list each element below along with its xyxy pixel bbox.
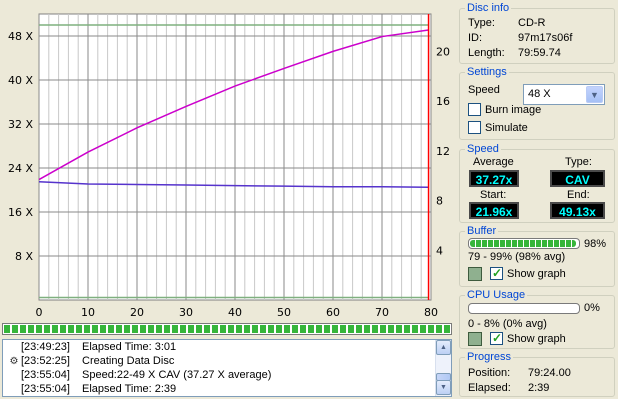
chevron-down-icon[interactable]: ▼ (586, 86, 603, 103)
buffer-legend: Buffer (465, 224, 499, 238)
y-left-tick-label: 8 X (15, 250, 33, 263)
simulate-label: Simulate (485, 122, 528, 134)
x-tick-label: 80 (424, 306, 438, 319)
y-right-tick-label: 12 (436, 145, 450, 158)
speed-graph: 0 10 20 30 40 50 60 70 80 8 X 16 X 24 X 32 X 40 X 48 X… (0, 0, 455, 322)
buffer-bar-fill (470, 240, 576, 247)
speed-legend: Speed (465, 142, 501, 156)
disc-id-label: ID: (468, 32, 483, 44)
y-left-tick-label: 48 X (8, 30, 33, 43)
speed-select-value: 48 X (528, 88, 551, 100)
log-time: [23:52:25] (21, 355, 70, 367)
x-tick-label: 20 (130, 306, 144, 319)
buffer-bar (468, 238, 580, 249)
start-speed-display: 21.96x (469, 202, 519, 219)
x-tick-label: 40 (228, 306, 242, 319)
elapsed-label: Elapsed: (468, 382, 511, 394)
settings-legend: Settings (465, 65, 509, 79)
x-tick-label: 30 (179, 306, 193, 319)
buffer-percent: 98% (584, 238, 607, 250)
cpu-range: 0 - 8% (0% avg) (468, 318, 547, 330)
average-speed-display: 37.27x (469, 170, 519, 187)
position-label: Position: (468, 367, 511, 379)
disc-length-value: 79:59.74 (518, 47, 561, 59)
progress-legend: Progress (465, 350, 514, 364)
simulate-checkbox[interactable] (468, 121, 481, 134)
log-message: Creating Data Disc (82, 355, 175, 367)
y-right-tick-label: 8 (436, 195, 443, 208)
log-row: [23:55:04] Speed:22-49 X CAV (37.27 X av… (3, 369, 433, 382)
y-left-tick-label: 16 X (8, 206, 33, 219)
position-value: 79:24.00 (528, 367, 571, 379)
speed-setting-label: Speed (468, 84, 500, 96)
y-right-tick-label: 4 (436, 244, 443, 257)
disc-type-label: Type: (468, 17, 495, 29)
log-message: Elapsed Time: 3:01 (82, 341, 177, 353)
progress-panel: Progress Position: 79:24.00 Elapsed: 2:3… (459, 350, 615, 397)
start-label: Start: (480, 189, 507, 201)
speed-select[interactable]: 48 X ▼ (523, 84, 605, 105)
buffer-range: 79 - 99% (98% avg) (468, 251, 566, 263)
gear-icon: ⚙ (9, 356, 19, 367)
speed-type-display: CAV (550, 170, 605, 187)
buffer-color-swatch[interactable] (468, 267, 482, 281)
log-scrollbar[interactable]: ▲ ▼ (435, 340, 451, 396)
x-tick-label: 60 (326, 306, 340, 319)
cpu-usage-legend: CPU Usage (465, 288, 528, 302)
average-label: Average (473, 156, 514, 168)
y-left-tick-label: 24 X (8, 162, 33, 175)
settings-panel: Settings Speed 48 X ▼ Burn image Simulat… (459, 65, 615, 140)
scroll-up-button[interactable]: ▲ (436, 340, 451, 355)
burn-image-label: Burn image (485, 104, 542, 116)
x-tick-label: 10 (81, 306, 95, 319)
burn-image-checkbox[interactable] (468, 103, 481, 116)
buffer-panel: Buffer 98% 79 - 99% (98% avg) Show graph (459, 224, 615, 287)
buffer-show-graph-label: Show graph (507, 268, 566, 280)
graph-progress-bar (2, 323, 452, 335)
log-time: [23:49:23] (21, 341, 70, 353)
speed-panel: Speed Average Type: 37.27x CAV Start: En… (459, 142, 615, 223)
y-right-tick-label: 20 (436, 45, 450, 58)
cpu-color-swatch[interactable] (468, 332, 482, 346)
graph-progress-fill (4, 325, 450, 333)
y-left-tick-label: 40 X (8, 74, 33, 87)
cpu-bar (468, 303, 580, 314)
log-message: Elapsed Time: 2:39 (82, 383, 177, 395)
x-tick-label: 70 (375, 306, 389, 319)
elapsed-value: 2:39 (528, 382, 550, 394)
disc-info-legend: Disc info (465, 1, 512, 15)
cpu-usage-panel: CPU Usage 0% 0 - 8% (0% avg) Show graph (459, 288, 615, 349)
scroll-down-button[interactable]: ▼ (436, 380, 451, 395)
speed-graph-canvas: 0 10 20 30 40 50 60 70 80 8 X 16 X 24 X 32 X 40 X 48 X… (8, 13, 450, 319)
end-speed-display: 49.13x (550, 202, 605, 219)
log-row: ⚙ [23:52:25] Creating Data Disc (3, 355, 433, 368)
x-tick-label: 0 (36, 306, 43, 319)
x-tick-label: 50 (277, 306, 291, 319)
cpu-percent: 0% (584, 302, 600, 314)
cpu-show-graph-checkbox[interactable] (490, 331, 503, 345)
buffer-show-graph-checkbox[interactable] (490, 266, 503, 280)
cpu-show-graph-label: Show graph (507, 333, 566, 345)
y-right-tick-label: 16 (436, 95, 450, 108)
log-message: Speed:22-49 X CAV (37.27 X average) (82, 369, 272, 381)
disc-info-panel: Disc info Type: CD-R ID: 97m17s06f Lengt… (459, 1, 615, 64)
end-label: End: (567, 189, 590, 201)
log-time: [23:55:04] (21, 383, 70, 395)
y-left-tick-label: 32 X (8, 118, 33, 131)
disc-length-label: Length: (468, 47, 505, 59)
log-time: [23:55:04] (21, 369, 70, 381)
log-list[interactable]: [23:49:23] Elapsed Time: 3:01 ⚙ [23:52:2… (2, 339, 452, 397)
disc-type-value: CD-R (518, 17, 546, 29)
log-row: [23:55:04] Elapsed Time: 2:39 (3, 383, 433, 396)
disc-id-value: 97m17s06f (518, 32, 573, 44)
type-label: Type: (565, 156, 592, 168)
log-row: [23:49:23] Elapsed Time: 3:01 (3, 341, 433, 354)
